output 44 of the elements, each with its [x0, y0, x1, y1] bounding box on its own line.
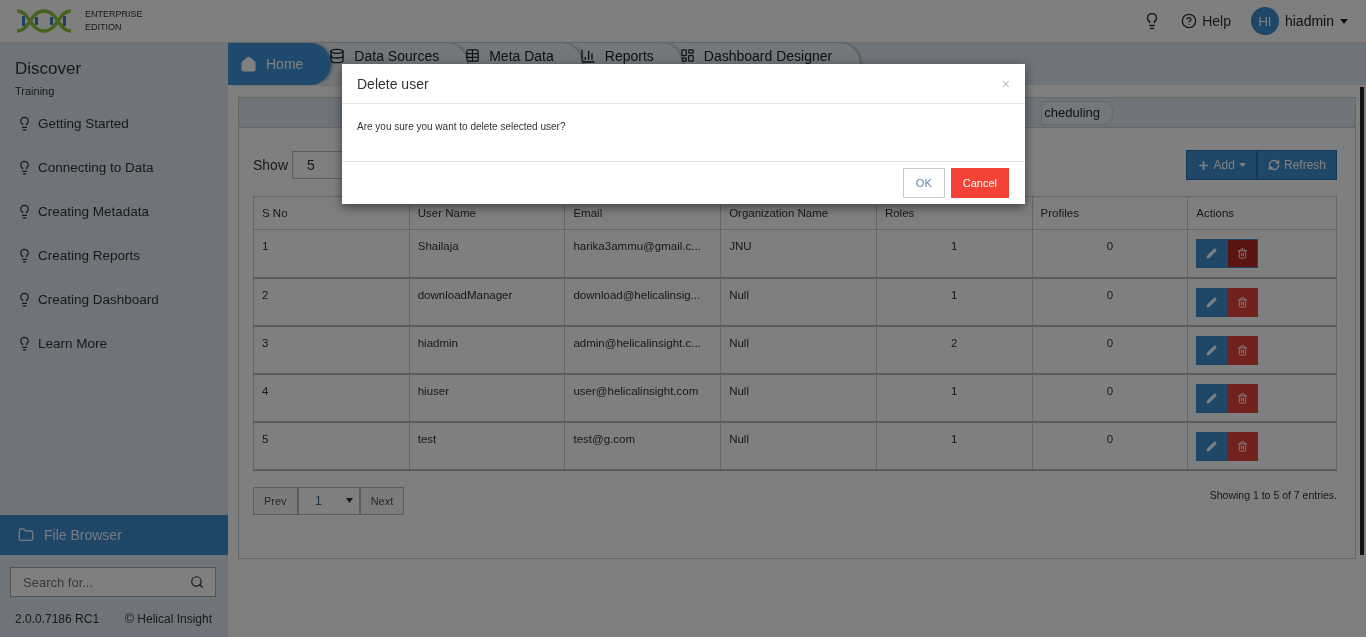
table-cell: 1 — [876, 373, 1033, 422]
show-label: Show — [253, 157, 289, 173]
table-cell: 2 — [253, 277, 410, 326]
logo-text: ENTERPRISE — [85, 8, 143, 21]
table-cell: 0 — [1032, 229, 1188, 278]
table-cell: downloadManager — [409, 277, 565, 326]
table-cell: test — [409, 421, 565, 470]
sidebar-subtitle: Training — [14, 84, 56, 99]
table-cell: Null — [720, 373, 877, 422]
table-cell: Null — [720, 277, 877, 326]
sidebar-title: Discover — [14, 58, 83, 79]
table-cell: JNU — [720, 229, 877, 278]
table-cell: test@g.com — [564, 421, 721, 470]
table-cell: 0 — [1032, 421, 1188, 470]
table-cell: 1 — [876, 277, 1033, 326]
table-cell: admin@helicalinsight.c... — [564, 325, 721, 374]
avatar: HI — [1250, 7, 1279, 35]
table-cell: 0 — [1032, 277, 1188, 326]
column-header: Profiles — [1032, 196, 1188, 230]
table-cell: hiadmin — [409, 325, 565, 374]
table-cell: 1 — [876, 229, 1033, 278]
column-header: Actions — [1187, 196, 1337, 230]
table-cell: hiuser — [409, 373, 565, 422]
table-cell: 5 — [253, 421, 410, 470]
table-cell: 4 — [253, 373, 410, 422]
user-name: hiadmin — [1284, 13, 1334, 29]
table-cell: 1 — [253, 229, 410, 278]
table-cell: 3 — [253, 325, 410, 374]
copyright-text: © Helical Insight — [125, 612, 212, 626]
entries-summary: Showing 1 to 5 of 7 entries. — [1209, 488, 1337, 501]
table-cell: 1 — [876, 421, 1033, 470]
table-cell: Shailaja — [409, 229, 565, 278]
table-cell: Null — [720, 325, 877, 374]
dialog-message: Are you sure you want to delete selected user? — [357, 121, 566, 132]
table-cell: download@helicalinsig... — [564, 277, 721, 326]
table-cell: 0 — [1032, 325, 1188, 374]
logo-text: EDITION — [85, 21, 123, 34]
table-cell: 0 — [1032, 373, 1188, 422]
table-cell: Null — [720, 421, 877, 470]
table-cell: 2 — [876, 325, 1033, 374]
table-cell: user@helicalinsight.com — [564, 373, 721, 422]
dialog-title: Delete user — [357, 75, 429, 92]
version-text: 2.0.0.7186 RC1 — [15, 612, 100, 626]
table-cell: harika3ammu@gmail.c... — [564, 229, 721, 278]
